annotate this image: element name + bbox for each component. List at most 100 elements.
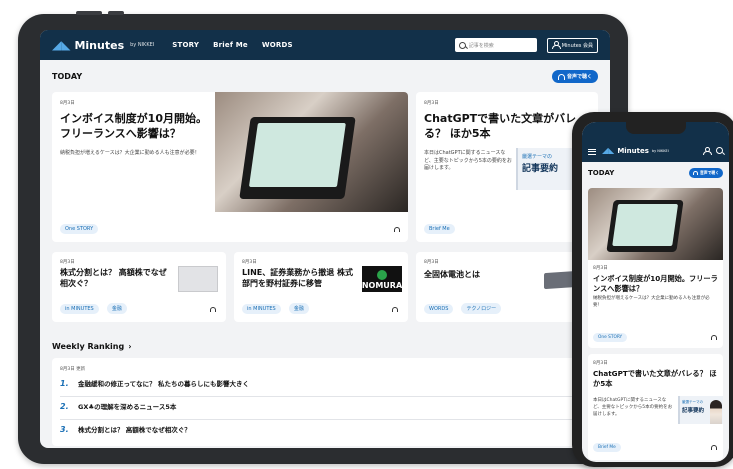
brief-me-card[interactable]: 8月3日 ChatGPTで書いた文章がバレる？ ほか5本 本日はChatGPTに… xyxy=(416,92,598,242)
summary-thumbnail: 厳選テーマの 記事要約 xyxy=(678,396,723,424)
rank-title: 株式分割とは？ 高額株でなぜ相次ぐ？ xyxy=(78,426,191,434)
search-icon[interactable] xyxy=(716,147,723,154)
line-logo-icon xyxy=(377,270,387,280)
rank-number: 2. xyxy=(60,401,69,411)
nav-link-words[interactable]: WORDS xyxy=(262,41,293,49)
tag-in-minutes[interactable]: in MINUTES xyxy=(60,304,99,314)
listen-audio-button[interactable]: 音声で聴く xyxy=(689,168,723,178)
article-title: ChatGPTで書いた文章がバレる？ ほか5本 xyxy=(424,112,577,140)
search-placeholder: 記事を検索 xyxy=(468,42,494,49)
phone-notch xyxy=(625,122,686,134)
product-mockup: ◢◣ Minutes by NIKKEI STORY Brief Me WORD… xyxy=(0,0,733,469)
logo-text: Minutes xyxy=(617,146,649,155)
article-card-kabu[interactable]: 8月3日 株式分割とは？ 高額株でなぜ相次ぐ？ in MINUTES 金融 xyxy=(52,252,226,322)
site-logo[interactable]: ◢◣ Minutes by NIKKEI xyxy=(52,38,154,52)
presenter-photo xyxy=(710,400,722,424)
article-title: ChatGPTで書いた文章がバレる？ ほか5本 xyxy=(593,369,717,388)
rank-number: 1. xyxy=(60,378,69,388)
article-date: 8月3日 xyxy=(60,101,75,106)
tag-finance[interactable]: 金融 xyxy=(288,303,309,314)
tag-technology[interactable]: テクノロジー xyxy=(461,303,502,314)
logo-mark-icon: ◢◣ xyxy=(52,38,71,52)
headphones-icon[interactable] xyxy=(210,307,216,312)
top-nav: ◢◣ Minutes by NIKKEI STORY Brief Me WORD… xyxy=(40,30,610,60)
ranking-item[interactable]: 2. GX♣の理解を深めるニュース5本 xyxy=(60,401,176,412)
tag-finance[interactable]: 金融 xyxy=(106,303,127,314)
ranking-item[interactable]: 1. 金融緩和の修正ってなに？ 私たちの暮らしにも影響大きく xyxy=(60,378,249,389)
member-button[interactable]: Minutes 会員 xyxy=(546,37,598,53)
nav-link-story[interactable]: STORY xyxy=(172,41,199,49)
headphones-icon[interactable] xyxy=(711,445,717,450)
today-title: TODAY xyxy=(588,169,615,177)
tag-words[interactable]: WORDS xyxy=(424,304,454,314)
search-input[interactable]: 記事を検索 xyxy=(454,38,537,52)
user-icon xyxy=(551,41,561,49)
ranking-item[interactable]: 3. 株式分割とは？ 高額株でなぜ相次ぐ？ xyxy=(60,424,191,435)
hero-article-card[interactable]: 8月3日 インボイス制度が10月開始。フリーランスへ影響は？ 納税負担が増えるケ… xyxy=(588,188,723,348)
listen-audio-label: 音声で聴く xyxy=(700,170,719,175)
article-desc: 納税負担が増えるケースは？大企業に勤める人も注意が必要！ xyxy=(593,296,710,309)
tablet-device: ◢◣ Minutes by NIKKEI STORY Brief Me WORD… xyxy=(18,11,628,464)
headphones-icon[interactable] xyxy=(711,335,717,340)
today-title: TODAY xyxy=(52,72,83,81)
article-title: インボイス制度が10月開始。フリーランスへ影響は？ xyxy=(60,112,207,140)
photo-screen xyxy=(612,204,679,246)
section-title: Weekly Ranking xyxy=(52,342,125,351)
phone-device: ◢◣ Minutes by NIKKEI TODAY 音声で聴く 8月3日 イン… xyxy=(572,112,733,467)
user-icon[interactable] xyxy=(703,147,712,155)
tag-one-story[interactable]: One STORY xyxy=(60,224,99,234)
tablet-button xyxy=(108,11,124,15)
article-title: 株式分割とは？ 高額株でなぜ相次ぐ？ xyxy=(60,268,167,288)
logo-text: Minutes xyxy=(74,38,125,52)
nomura-logo: NOMURA xyxy=(362,266,402,292)
menu-icon[interactable] xyxy=(588,149,596,155)
tag-in-minutes[interactable]: in MINUTES xyxy=(242,304,281,314)
weekly-ranking-link[interactable]: Weekly Ranking › xyxy=(52,342,132,351)
hero-photo xyxy=(588,188,723,260)
phone-screen: ◢◣ Minutes by NIKKEI TODAY 音声で聴く 8月3日 イン… xyxy=(582,122,729,462)
logo-sub: by NIKKEI xyxy=(651,148,669,153)
brief-me-card[interactable]: 8月3日 ChatGPTで書いた文章がバレる？ ほか5本 本日はChatGPTに… xyxy=(588,354,723,460)
ranking-list: 8月3日 更新 1. 金融緩和の修正ってなに？ 私たちの暮らしにも影響大きく 2… xyxy=(52,358,598,446)
listen-audio-button[interactable]: 音声で聴く xyxy=(551,70,598,83)
member-label: Minutes 会員 xyxy=(561,42,593,49)
article-card-battery[interactable]: 8月3日 全固体電池とは WORDS テクノロジー xyxy=(416,252,598,322)
tablet-photo xyxy=(606,200,684,252)
article-date: 8月3日 xyxy=(593,266,608,271)
article-title: インボイス制度が10月開始。フリーランスへ影響は？ xyxy=(593,274,718,293)
article-card-line[interactable]: 8月3日 LINE、証券業務から撤退 株式部門を野村証券に移管 NOMURA i… xyxy=(234,252,408,322)
hero-article-card[interactable]: 8月3日 インボイス制度が10月開始。フリーランスへ影響は？ 納税負担が増えるケ… xyxy=(52,92,408,242)
nav-link-brief-me[interactable]: Brief Me xyxy=(213,41,248,49)
tablet-photo xyxy=(239,117,356,199)
tag-brief-me[interactable]: Brief Me xyxy=(593,443,621,452)
tablet-screen: ◢◣ Minutes by NIKKEI STORY Brief Me WORD… xyxy=(40,30,610,448)
thumbnail-title: 記事要約 xyxy=(682,408,705,414)
article-date: 8月3日 xyxy=(424,260,439,265)
tablet-button xyxy=(76,11,102,15)
listen-audio-label: 音声で聴く xyxy=(566,74,592,80)
divider xyxy=(60,419,590,420)
site-logo[interactable]: ◢◣ Minutes by NIKKEI xyxy=(602,146,669,155)
article-title: 全固体電池とは xyxy=(424,270,480,279)
thumbnail-title: 記事要約 xyxy=(522,164,559,174)
today-header: TODAY 音声で聴く xyxy=(40,60,610,89)
logo-sub: by NIKKEI xyxy=(130,42,155,48)
headphones-icon[interactable] xyxy=(394,227,400,232)
headphones-icon xyxy=(693,171,699,175)
article-date: 8月3日 xyxy=(242,260,257,265)
search-icon xyxy=(458,41,466,49)
rank-number: 3. xyxy=(60,424,69,434)
photo-screen xyxy=(248,123,346,187)
hero-photo xyxy=(215,92,408,212)
tag-brief-me[interactable]: Brief Me xyxy=(424,224,455,234)
article-thumbnail xyxy=(178,266,218,292)
article-desc: 本日はChatGPTに関するニュースなど、主要なトピックから5本の要約をお届けし… xyxy=(424,150,512,171)
tag-one-story[interactable]: One STORY xyxy=(593,333,628,342)
article-desc: 納税負担が増えるケースは？大企業に勤める人も注意が必要！ xyxy=(60,149,200,156)
article-date: 8月3日 xyxy=(424,101,439,106)
thumbnail-label: 厳選テーマの xyxy=(682,400,703,404)
divider xyxy=(60,396,590,397)
today-header: TODAY 音声で聴く xyxy=(582,162,729,182)
headphones-icon[interactable] xyxy=(392,307,398,312)
nomura-text: NOMURA xyxy=(361,281,403,290)
